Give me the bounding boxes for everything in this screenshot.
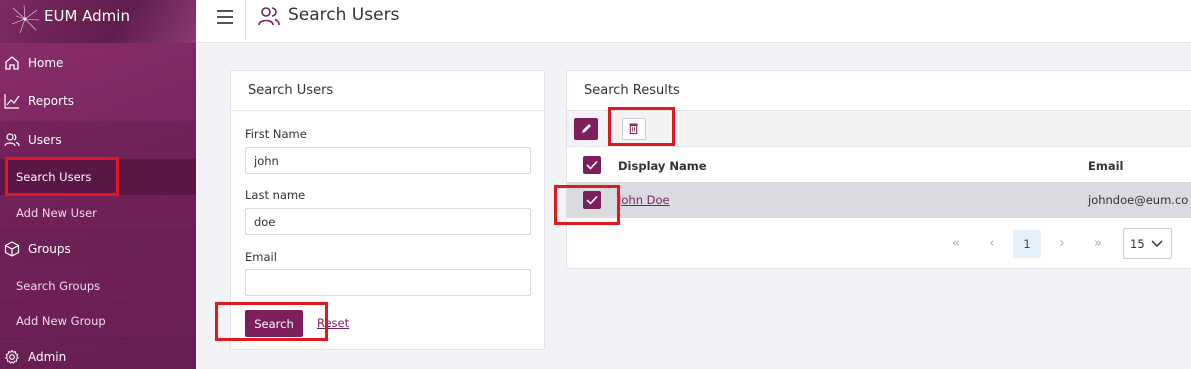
email-field[interactable] (245, 269, 531, 296)
highlight-box-search-button (215, 302, 328, 341)
email-cell: johndoe@eum.co (1088, 193, 1189, 207)
card-header: Search Users (231, 71, 544, 111)
pagination: « ‹ 1 › » (942, 230, 1112, 258)
page-title: Search Users (288, 5, 400, 25)
users-icon (4, 133, 20, 147)
home-icon (5, 56, 19, 70)
users-icon (258, 7, 280, 26)
card-title: Search Users (248, 83, 334, 98)
sidebar-item-label: Groups (28, 242, 71, 256)
last-page-button[interactable]: » (1084, 230, 1112, 258)
display-name-link[interactable]: John Doe (618, 193, 670, 207)
select-all-checkbox[interactable] (583, 156, 601, 174)
last-name-label: Last name (245, 188, 306, 202)
last-name-field[interactable] (245, 208, 531, 235)
column-header-display-name[interactable]: Display Name (618, 159, 707, 173)
sidebar-item-label: Reports (28, 94, 75, 108)
first-page-button[interactable]: « (942, 230, 970, 258)
check-icon (586, 160, 598, 170)
app-title: EUM Admin (44, 7, 130, 25)
pencil-icon (582, 124, 591, 133)
sidebar-subitem-label: Search Groups (16, 279, 101, 293)
sidebar-item-add-new-user[interactable]: Add New User (0, 195, 196, 231)
table-row[interactable]: John Doe johndoe@eum.co (567, 182, 1191, 218)
page-size-select[interactable]: 15 (1123, 228, 1172, 259)
page-1-button[interactable]: 1 (1013, 230, 1041, 258)
sidebar-item-groups[interactable]: Groups (0, 230, 196, 268)
card-title: Search Results (584, 83, 680, 98)
first-name-label: First Name (245, 127, 307, 141)
edit-button[interactable] (574, 118, 598, 140)
next-page-button[interactable]: › (1048, 230, 1076, 258)
page-size-value: 15 (1130, 237, 1145, 251)
sidebar-item-add-new-group[interactable]: Add New Group (0, 303, 196, 339)
first-name-field[interactable] (245, 147, 531, 174)
sidebar-item-home[interactable]: Home (0, 44, 196, 82)
gear-icon (5, 349, 19, 364)
chevron-down-icon (1151, 240, 1163, 248)
highlight-box-row-checkbox (554, 185, 620, 225)
chart-line-icon (4, 94, 20, 109)
hamburger-icon[interactable] (216, 8, 234, 26)
email-label: Email (245, 250, 277, 264)
top-bar: Search Users (196, 0, 1191, 43)
sidebar-item-label: Home (28, 56, 64, 70)
logo-icon (11, 4, 40, 34)
search-results-card: Search Results Display Name Email John D… (566, 70, 1191, 269)
highlight-box-delete (608, 107, 675, 146)
card-header: Search Results (567, 71, 1191, 111)
divider (245, 0, 246, 40)
sidebar-item-reports[interactable]: Reports (0, 82, 196, 120)
brand-bar: EUM Admin (0, 0, 196, 43)
prev-page-button[interactable]: ‹ (978, 230, 1006, 258)
sidebar-item-admin[interactable]: Admin (0, 338, 196, 369)
sidebar-item-users[interactable]: Users (0, 121, 196, 159)
column-header-email[interactable]: Email (1088, 159, 1123, 173)
sidebar-subitem-label: Add New User (16, 206, 97, 220)
sidebar-subitem-label: Add New Group (16, 314, 106, 328)
sidebar-item-label: Users (28, 133, 62, 147)
cube-icon (4, 241, 20, 257)
sidebar-item-search-groups[interactable]: Search Groups (0, 268, 196, 304)
highlight-box-search-users (5, 157, 119, 196)
sidebar-item-label: Admin (28, 350, 67, 364)
